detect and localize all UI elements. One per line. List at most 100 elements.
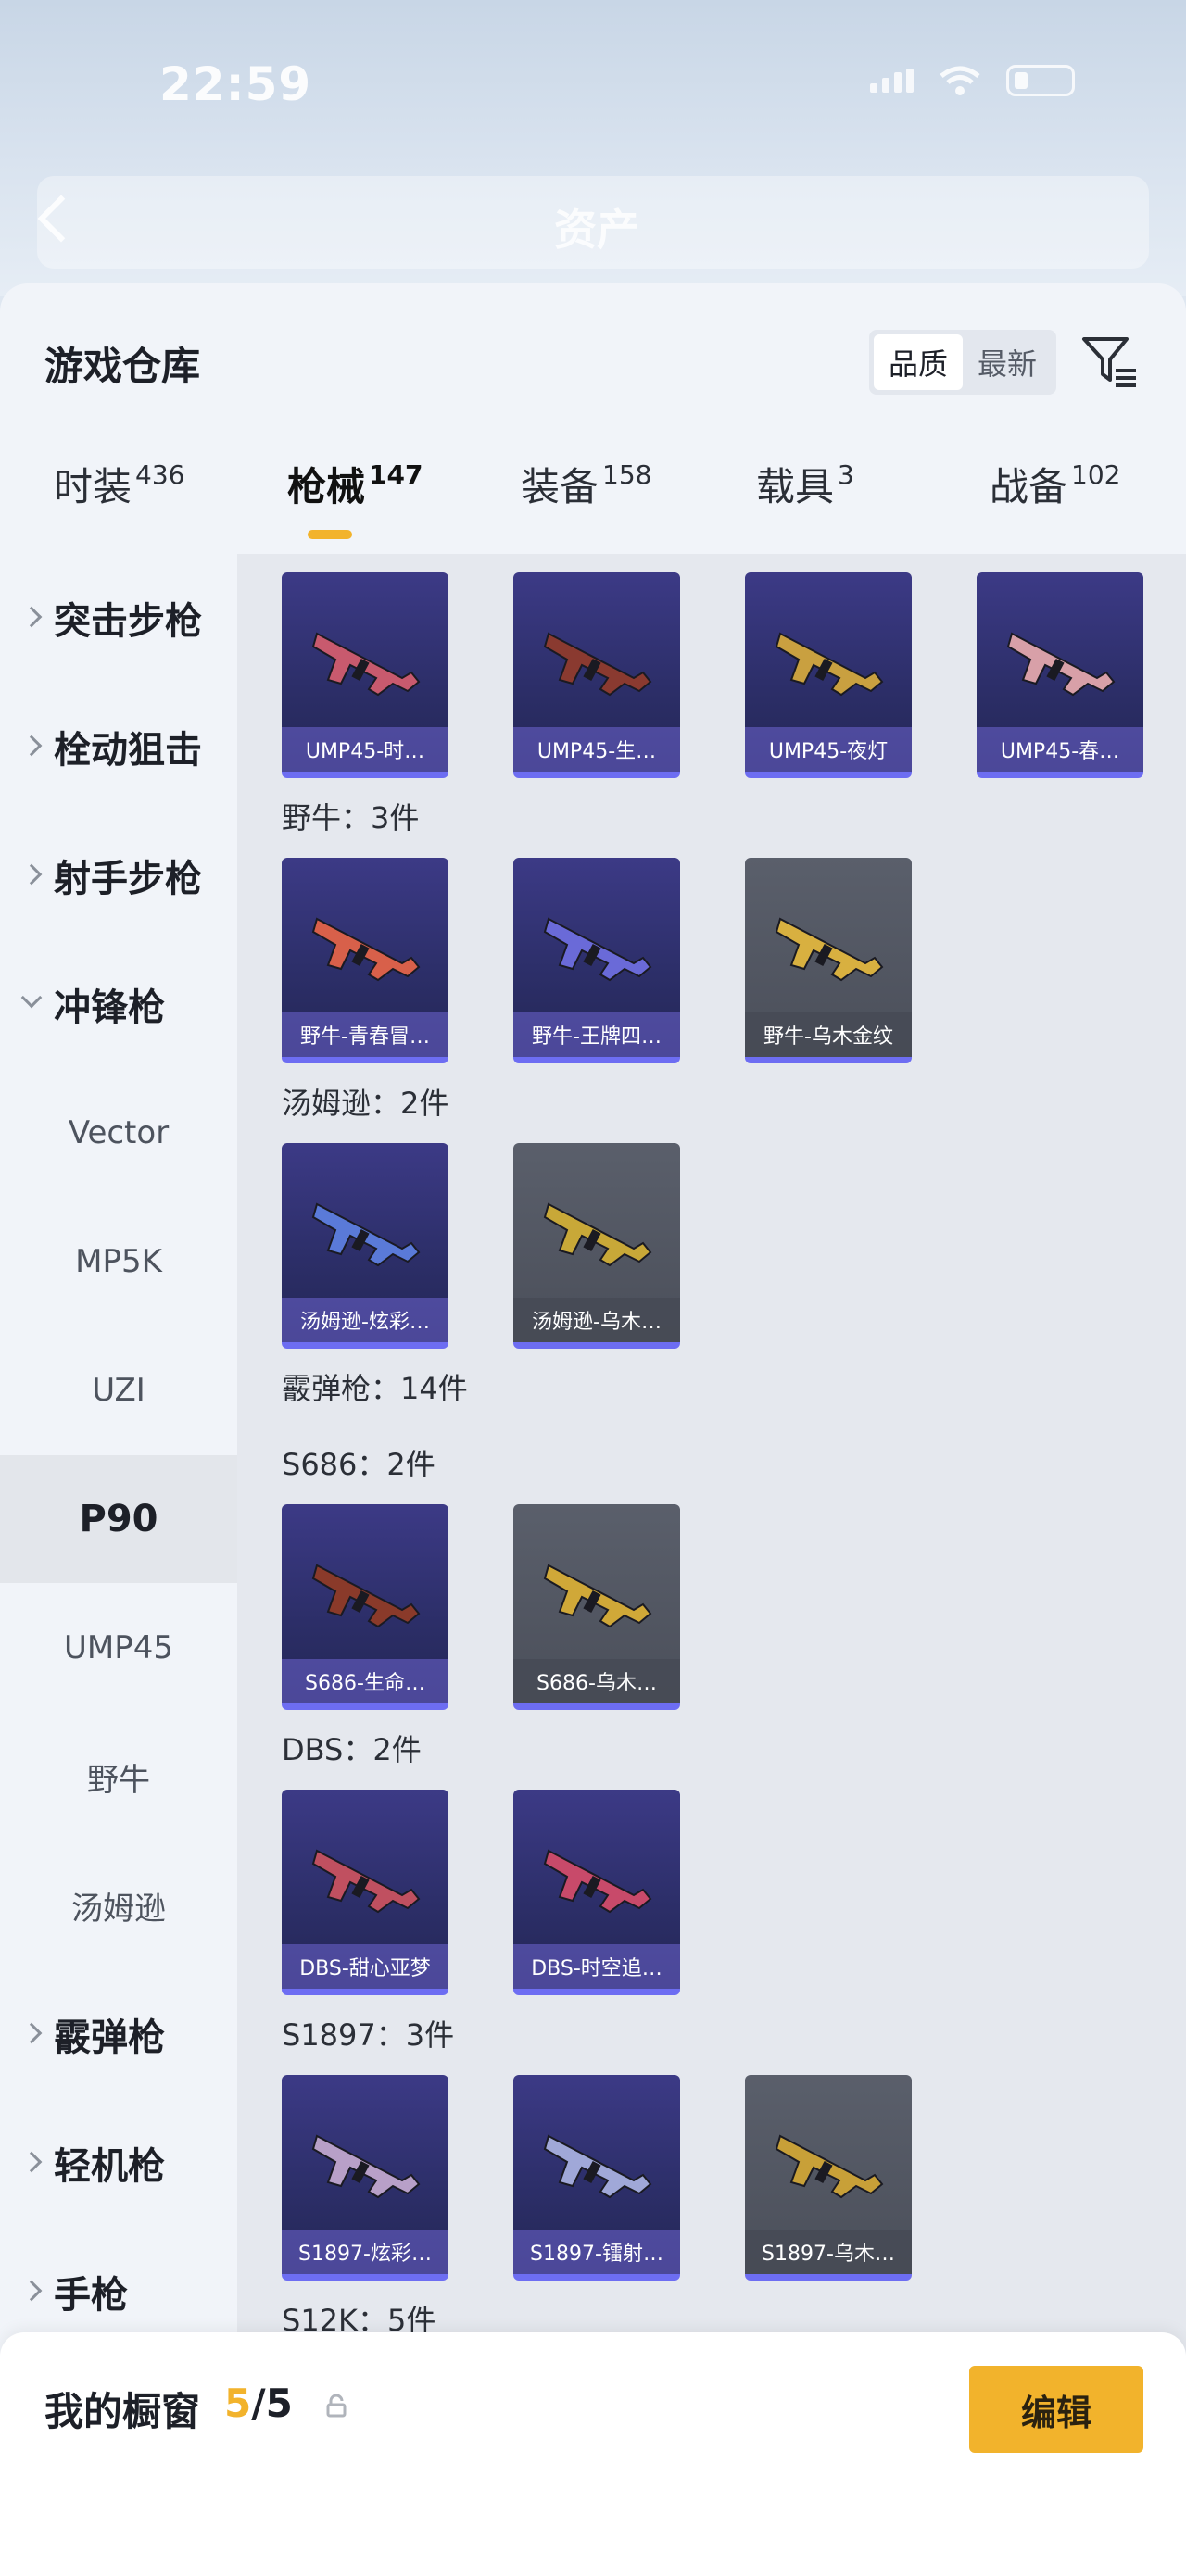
active-tab-indicator <box>308 530 352 539</box>
group-title: 野牛：3件 <box>282 800 420 836</box>
sidebar-item-bolt-sniper[interactable]: 栓动狙击 <box>0 683 237 810</box>
weapon-card[interactable]: DBS-甜心亚梦 <box>282 1790 448 1995</box>
weapon-card[interactable]: 野牛-乌木金纹 <box>745 858 912 1063</box>
lock-icon <box>326 2394 347 2418</box>
weapon-icon <box>543 1202 652 1267</box>
chevron-right-icon <box>20 2022 43 2044</box>
weapon-card-label: UMP45-时… <box>282 727 448 772</box>
tab-label: 时装 <box>54 464 132 509</box>
weapon-card-label: S686-生命… <box>282 1659 448 1703</box>
sidebar-item-bizon[interactable]: 野牛 <box>0 1713 237 1841</box>
chevron-right-icon <box>20 863 43 886</box>
group-title: S1897：3件 <box>282 2017 455 2053</box>
weapon-card[interactable]: S686-生命… <box>282 1504 448 1710</box>
weapon-card-label: DBS-甜心亚梦 <box>282 1944 448 1989</box>
weapon-card[interactable]: UMP45-春… <box>977 572 1143 778</box>
weapon-icon <box>543 1564 652 1628</box>
showcase-label: 我的橱窗 <box>44 2389 201 2434</box>
showcase-count: 5/5 <box>224 2381 293 2426</box>
sidebar-item-marksman-rifle[interactable]: 射手步枪 <box>0 811 237 939</box>
chevron-down-icon <box>20 986 43 1009</box>
group-title: DBS：2件 <box>282 1732 422 1767</box>
showcase-current: 5 <box>224 2381 252 2426</box>
tab-label: 战备 <box>990 464 1068 509</box>
showcase-bar: 我的橱窗 5/5 编辑 <box>0 2332 1186 2576</box>
sort-toggle: 品质 最新 <box>869 330 1056 395</box>
sidebar-item-mp5k[interactable]: MP5K <box>0 1198 237 1326</box>
sidebar-item-vector[interactable]: Vector <box>0 1069 237 1197</box>
weapon-card-label: 野牛-王牌四… <box>513 1012 680 1057</box>
filter-icon[interactable] <box>1079 328 1142 391</box>
category-tabs: 时装 436 枪械 147 装备 158 载具 3 战备 102 <box>0 456 1186 530</box>
weapon-card[interactable]: S1897-乌木… <box>745 2075 912 2281</box>
sidebar-item-assault-rifle[interactable]: 突击步枪 <box>0 554 237 682</box>
sidebar-item-smg[interactable]: 冲锋枪 <box>0 940 237 1068</box>
weapon-card[interactable]: UMP45-生… <box>513 572 680 778</box>
weapon-card[interactable]: S686-乌木… <box>513 1504 680 1710</box>
sidebar-item-label: 突击步枪 <box>54 600 202 643</box>
header-background: 22:59 资产 <box>0 0 1186 296</box>
weapon-card[interactable]: UMP45-时… <box>282 572 448 778</box>
weapon-card-label: UMP45-生… <box>513 727 680 772</box>
sidebar-item-uzi[interactable]: UZI <box>0 1326 237 1454</box>
tab-count: 147 <box>369 459 423 490</box>
tab-vehicles[interactable]: 载具 3 <box>756 456 854 512</box>
group-title: S686：2件 <box>282 1447 435 1482</box>
tab-fashion[interactable]: 时装 436 <box>54 456 184 512</box>
sidebar-item-lmg[interactable]: 轻机枪 <box>0 2099 237 2227</box>
weapon-card-label: DBS-时空追… <box>513 1944 680 1989</box>
weapon-card[interactable]: 野牛-王牌四… <box>513 858 680 1063</box>
status-icons <box>870 65 1075 96</box>
group-title: 霰弹枪：14件 <box>282 1371 468 1406</box>
weapon-card-label: S1897-炫彩… <box>282 2230 448 2274</box>
weapon-card[interactable]: S1897-炫彩… <box>282 2075 448 2281</box>
weapon-card-label: 汤姆逊-炫彩… <box>282 1298 448 1342</box>
sidebar-item-p90[interactable]: P90 <box>0 1455 237 1583</box>
tab-count: 158 <box>602 459 652 490</box>
sheet-header: 游戏仓库 品质 最新 <box>0 283 1186 421</box>
weapon-icon <box>1006 632 1116 697</box>
edit-button[interactable]: 编辑 <box>969 2366 1143 2453</box>
warehouse-sheet: 游戏仓库 品质 最新 时装 436 枪械 147 装备 158 载具 3 战备 102 突… <box>0 283 1186 2576</box>
weapon-icon <box>543 632 652 697</box>
tab-firearms[interactable]: 枪械 147 <box>287 456 423 512</box>
chevron-right-icon <box>20 735 43 757</box>
tab-supplies[interactable]: 战备 102 <box>990 456 1120 512</box>
page-title: 游戏仓库 <box>44 344 201 389</box>
weapon-card[interactable]: 野牛-青春冒… <box>282 858 448 1063</box>
weapon-card-label: S1897-乌木… <box>745 2230 912 2274</box>
sidebar-item-shotgun[interactable]: 霰弹枪 <box>0 1970 237 2098</box>
sort-quality-button[interactable]: 品质 <box>874 334 963 390</box>
weapon-card[interactable]: DBS-时空追… <box>513 1790 680 1995</box>
signal-icon <box>870 69 914 93</box>
weapon-icon <box>543 1849 652 1914</box>
weapon-icon <box>543 917 652 982</box>
sidebar-item-ump45[interactable]: UMP45 <box>0 1584 237 1712</box>
weapon-grid: 野牛：3件 汤姆逊：2件 霰弹枪：14件 S686：2件 DBS：2件 S189… <box>237 554 1186 2576</box>
sidebar-item-thompson[interactable]: 汤姆逊 <box>0 1841 237 1969</box>
chevron-right-icon <box>20 2151 43 2173</box>
weapon-card-label: S686-乌木… <box>513 1659 680 1703</box>
weapon-card[interactable]: S1897-镭射… <box>513 2075 680 2281</box>
weapon-card-label: 野牛-乌木金纹 <box>745 1012 912 1057</box>
weapon-card[interactable]: 汤姆逊-炫彩… <box>282 1143 448 1349</box>
tab-count: 102 <box>1071 459 1121 490</box>
sidebar-item-label: 霰弹枪 <box>54 2017 165 2059</box>
tab-equipment[interactable]: 装备 158 <box>521 456 651 512</box>
weapon-card-label: 野牛-青春冒… <box>282 1012 448 1057</box>
weapon-card-label: UMP45-春… <box>977 727 1143 772</box>
sidebar-item-label: 栓动狙击 <box>54 729 202 772</box>
weapon-card[interactable]: 汤姆逊-乌木… <box>513 1143 680 1349</box>
sidebar-item-label: 射手步枪 <box>54 858 202 900</box>
tab-label: 装备 <box>521 464 599 509</box>
tab-count: 436 <box>135 459 185 490</box>
weapon-icon <box>311 1202 421 1267</box>
weapon-card-label: S1897-镭射… <box>513 2230 680 2274</box>
nav-title: 资产 <box>554 205 639 255</box>
sidebar-item-label: 手枪 <box>54 2274 128 2317</box>
sort-newest-button[interactable]: 最新 <box>963 334 1052 390</box>
weapon-card[interactable]: UMP45-夜灯 <box>745 572 912 778</box>
weapon-icon <box>311 1564 421 1628</box>
weapon-card-label: 汤姆逊-乌木… <box>513 1298 680 1342</box>
battery-icon <box>1006 65 1075 96</box>
